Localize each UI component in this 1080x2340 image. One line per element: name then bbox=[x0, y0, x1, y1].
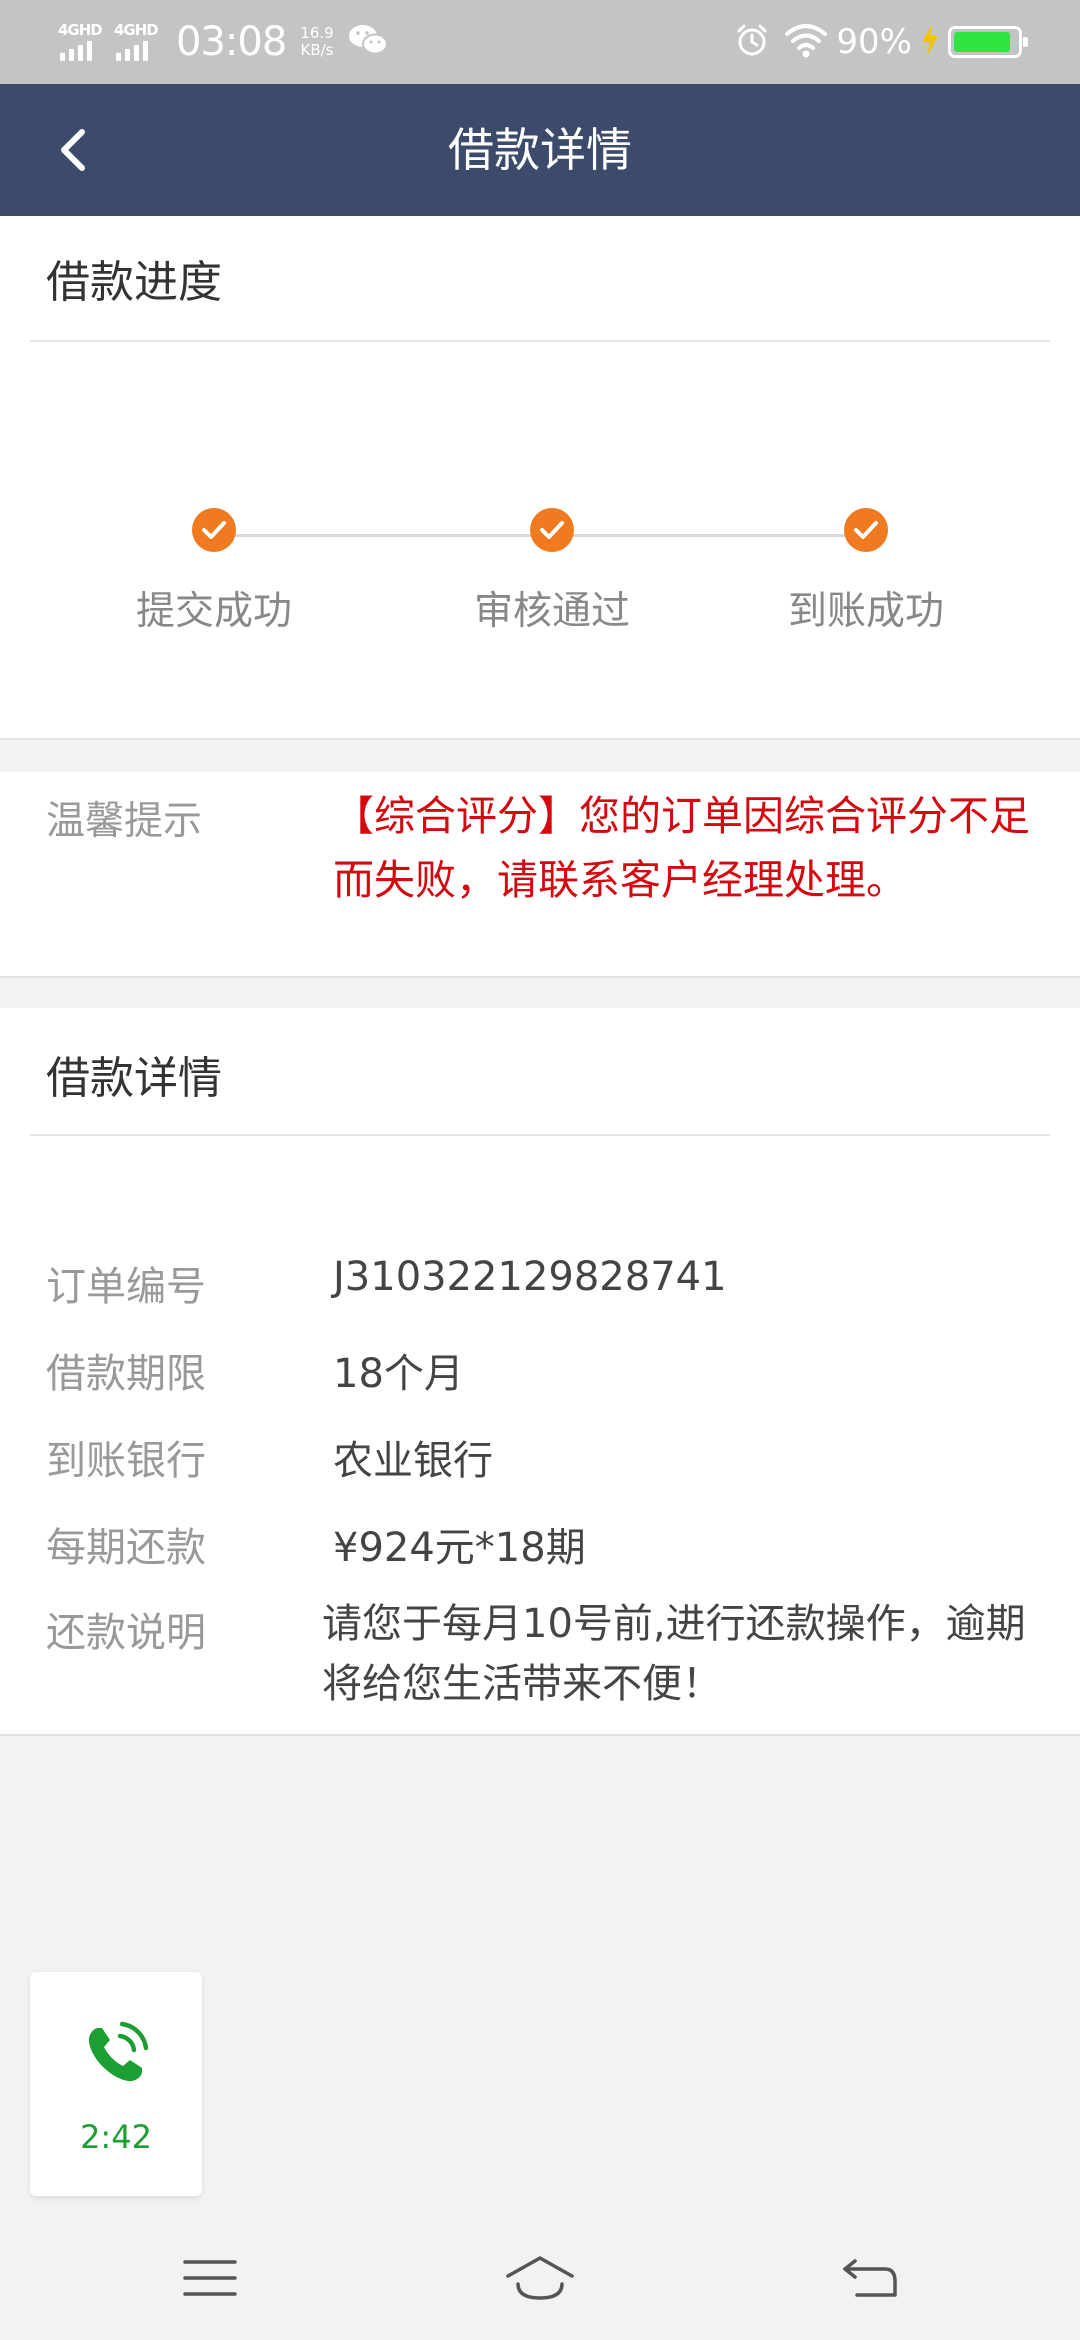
wifi-icon bbox=[784, 22, 828, 62]
installment-value: ¥924元*18期 bbox=[333, 1525, 586, 1571]
navigation-bar bbox=[0, 2216, 1080, 2340]
tip-message: 【综合评分】您的订单因综合评分不足而失败，请联系客户经理处理。 bbox=[333, 792, 1030, 904]
title-bar: 借款详情 bbox=[0, 84, 1080, 216]
step-label: 到账成功 bbox=[787, 589, 944, 634]
installment-label: 每期还款 bbox=[46, 1525, 206, 1571]
wechat-icon bbox=[348, 22, 388, 62]
step-label: 提交成功 bbox=[135, 589, 292, 634]
home-icon bbox=[506, 2256, 574, 2300]
loan-term-label: 借款期限 bbox=[46, 1351, 206, 1397]
divider bbox=[30, 1134, 1050, 1136]
battery-fill bbox=[954, 32, 1010, 52]
step-label: 审核通过 bbox=[473, 589, 630, 634]
call-widget[interactable]: 2:42 bbox=[30, 1972, 202, 2196]
back-icon bbox=[843, 2259, 897, 2297]
signal-label: 4GHD bbox=[58, 21, 103, 39]
loan-term-value: 18个月 bbox=[333, 1351, 464, 1397]
divider bbox=[30, 340, 1050, 342]
status-right: 90% bbox=[734, 16, 1028, 68]
step-check-icon bbox=[844, 508, 888, 552]
step-check-icon bbox=[530, 508, 574, 552]
battery-icon bbox=[948, 26, 1028, 58]
menu-icon bbox=[183, 2260, 237, 2296]
call-duration: 2:42 bbox=[80, 2118, 152, 2156]
order-number-value: J310322129828741 bbox=[333, 1254, 727, 1300]
menu-button[interactable] bbox=[160, 2238, 260, 2318]
phone-call-icon bbox=[80, 2018, 152, 2094]
alarm-icon bbox=[734, 22, 770, 62]
signal-icon: 4GHD bbox=[114, 19, 164, 65]
progress-line bbox=[552, 534, 864, 537]
battery-percent: 90% bbox=[836, 22, 912, 62]
home-button[interactable] bbox=[490, 2238, 590, 2318]
signal-label: 4GHD bbox=[114, 21, 159, 39]
network-speed-value: 16.9 bbox=[300, 24, 334, 42]
tip-label: 温馨提示 bbox=[46, 799, 203, 844]
details-title: 借款详情 bbox=[46, 1053, 222, 1104]
order-number-label: 订单编号 bbox=[46, 1264, 206, 1310]
status-bar: 4GHD 4GHD 03:08 16.9 KB/s 90% bbox=[0, 0, 1080, 84]
progress-line bbox=[216, 534, 552, 537]
status-time: 03:08 bbox=[176, 19, 287, 65]
network-speed-unit: KB/s bbox=[300, 41, 334, 59]
charging-icon bbox=[920, 23, 940, 61]
bank-label: 到账银行 bbox=[46, 1438, 206, 1484]
system-back-button[interactable] bbox=[820, 2238, 920, 2318]
signal-icon: 4GHD bbox=[58, 19, 108, 65]
progress-title: 借款进度 bbox=[46, 257, 222, 308]
network-speed: 16.9 KB/s bbox=[300, 25, 333, 59]
repayment-note-value: 请您于每月10号前,进行还款操作，逾期将给您生活带来不便！ bbox=[322, 1601, 1026, 1707]
page-title: 借款详情 bbox=[448, 123, 632, 177]
step-check-icon bbox=[192, 508, 236, 552]
progress-card: 借款进度 bbox=[0, 216, 1080, 740]
repayment-note-label: 还款说明 bbox=[46, 1610, 206, 1656]
bank-value: 农业银行 bbox=[333, 1438, 493, 1484]
status-left: 4GHD 4GHD 03:08 16.9 KB/s bbox=[58, 16, 388, 68]
